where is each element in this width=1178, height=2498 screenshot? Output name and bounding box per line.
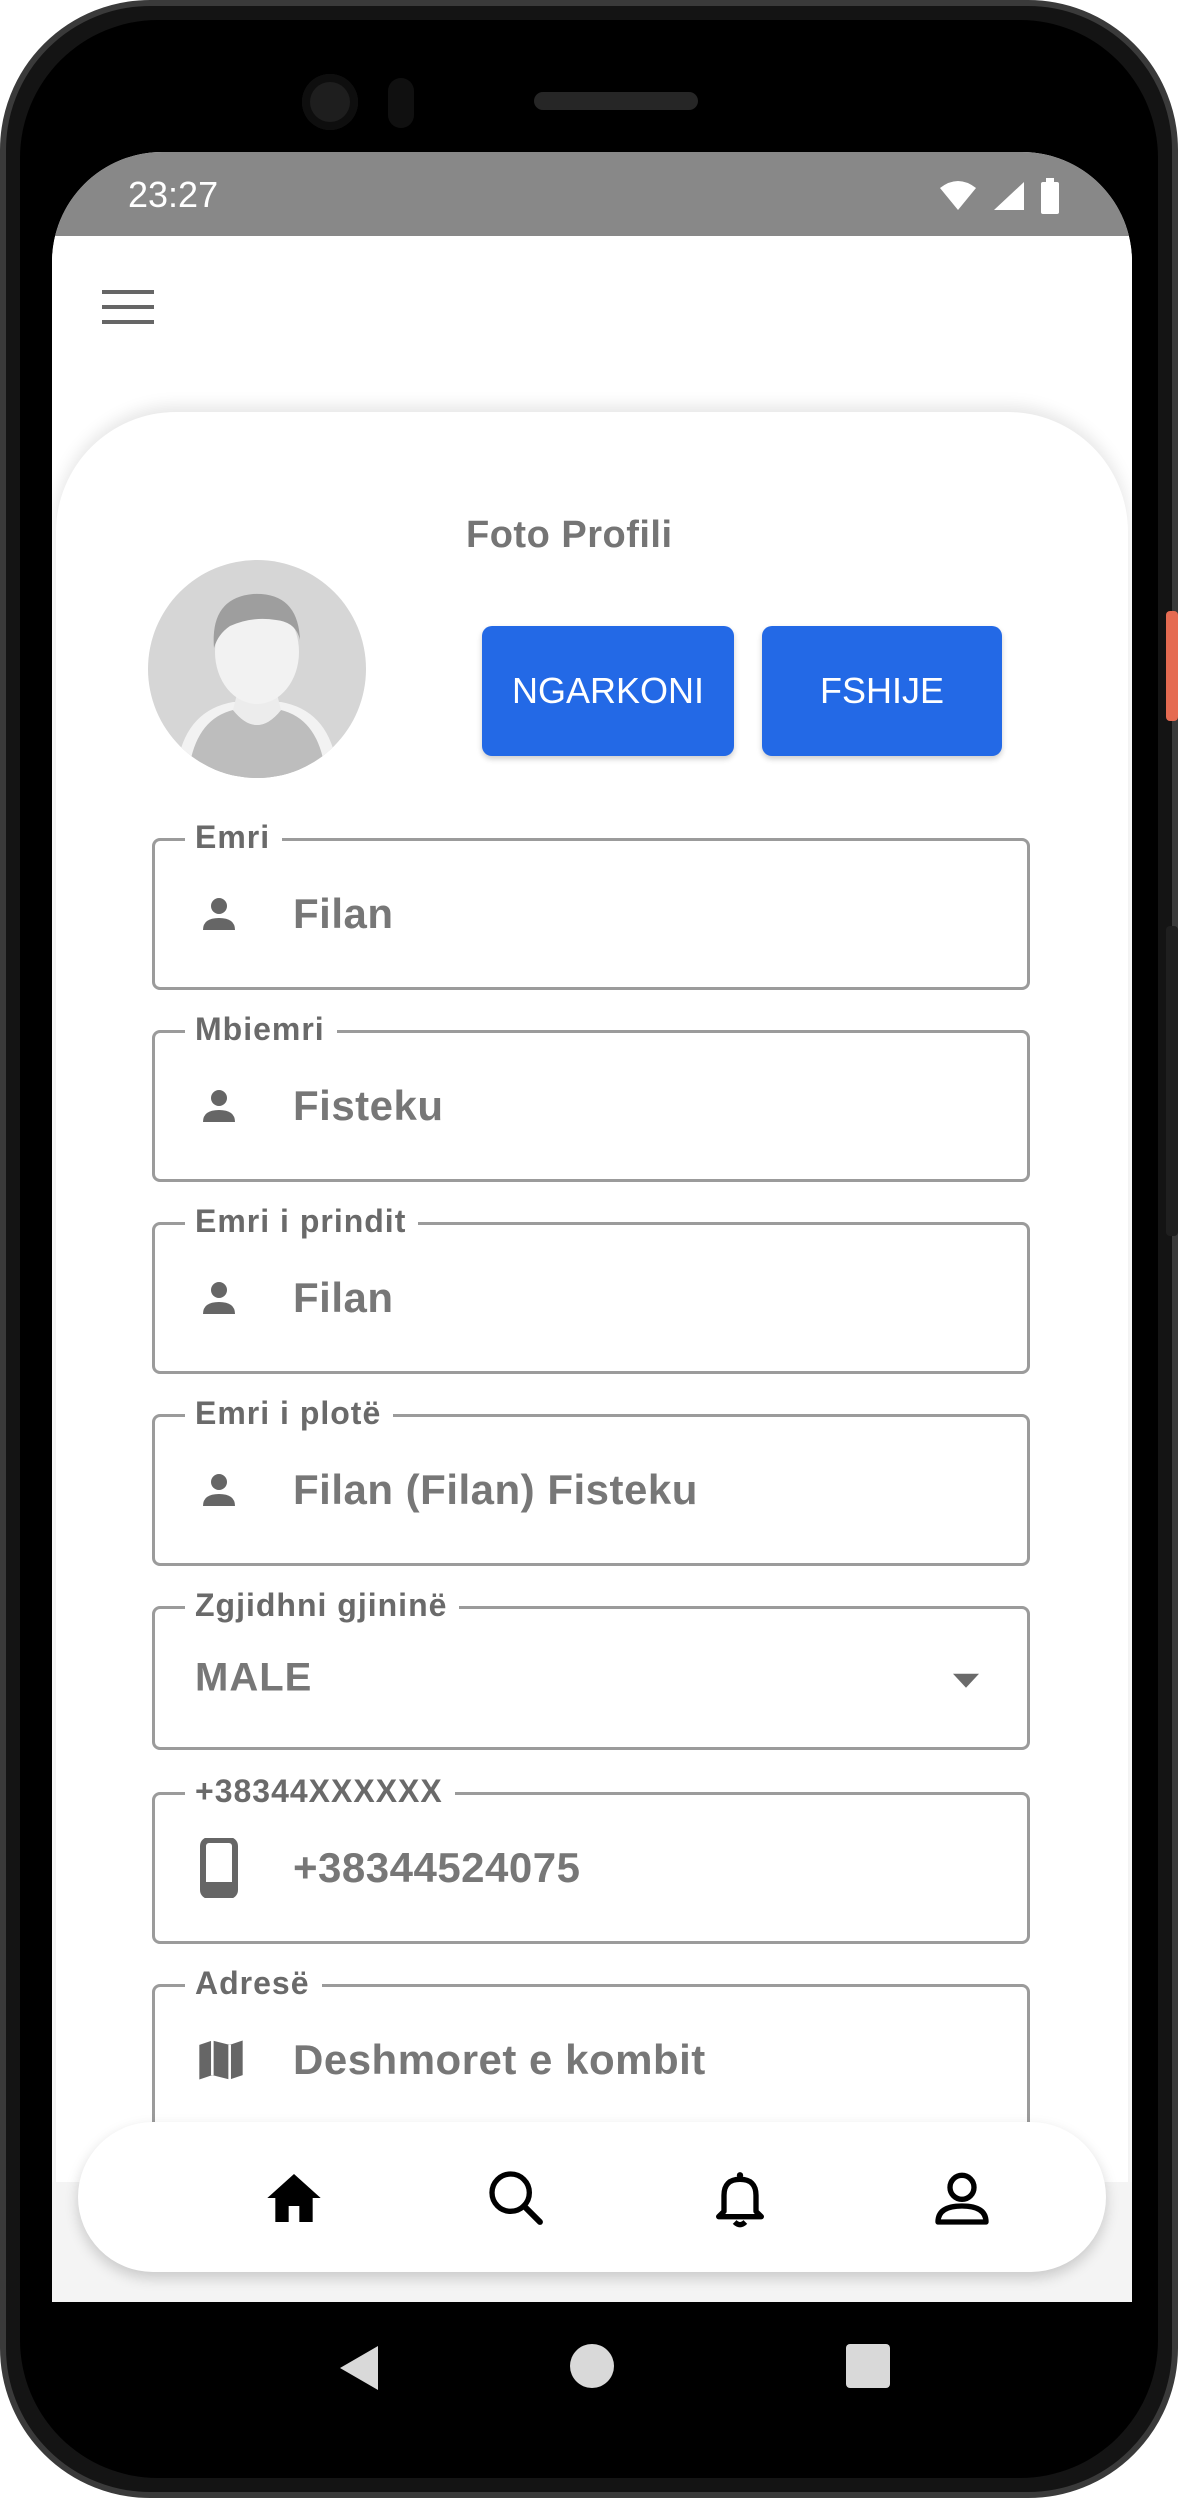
first-name-value: Filan (293, 890, 394, 937)
address-label: Adresë (185, 1965, 322, 2002)
system-navigation-bar (52, 2302, 1132, 2432)
phone-frame: 23:27 Foto Profili NGARKONI FSHIJE Emri … (0, 0, 1178, 2498)
recents-icon[interactable] (846, 2344, 890, 2388)
front-camera (302, 74, 358, 130)
phone-label: +38344XXXXXX (185, 1773, 455, 1810)
wifi-icon (940, 181, 976, 210)
full-name-field[interactable]: Emri i plotë Filan (Filan) Fisteku (152, 1395, 1030, 1566)
person-icon (203, 1474, 235, 1506)
person-icon (203, 1090, 235, 1122)
nav-profile[interactable] (930, 2166, 994, 2230)
back-icon[interactable] (338, 2346, 378, 2390)
signal-icon (994, 182, 1024, 210)
nav-notifications[interactable] (708, 2166, 772, 2230)
app-bar (52, 236, 1132, 396)
delete-photo-button[interactable]: FSHIJE (762, 626, 1002, 756)
parent-name-value: Filan (293, 1274, 394, 1321)
address-value: Deshmoret e kombit (293, 2036, 706, 2083)
last-name-field[interactable]: Mbiemri Fisteku (152, 1011, 1030, 1182)
person-icon (203, 898, 235, 930)
home-button-icon[interactable] (570, 2344, 614, 2388)
avatar (148, 560, 366, 778)
earpiece-speaker (534, 92, 698, 110)
status-time: 23:27 (128, 174, 219, 215)
user-icon (935, 2172, 989, 2225)
parent-name-field[interactable]: Emri i prindit Filan (152, 1203, 1030, 1374)
status-bar: 23:27 (52, 152, 1132, 236)
smartphone-icon (200, 1838, 238, 1898)
status-icons (938, 178, 1060, 214)
gender-label: Zgjidhni gjininë (185, 1587, 460, 1624)
full-name-label: Emri i plotë (185, 1395, 394, 1432)
search-icon (489, 2171, 543, 2225)
parent-name-label: Emri i prindit (185, 1203, 419, 1240)
caret-down-icon (953, 1673, 979, 1688)
avatar-placeholder-icon (178, 593, 336, 778)
first-name-label: Emri (185, 819, 283, 856)
power-button (1166, 611, 1178, 721)
phone-value: +38344524075 (293, 1844, 581, 1891)
phone-field[interactable]: +38344XXXXXX +38344524075 (152, 1773, 1030, 1944)
gender-select[interactable]: Zgjidhni gjininë MALE (152, 1587, 1030, 1750)
upload-photo-button[interactable]: NGARKONI (482, 626, 734, 756)
battery-icon (1041, 178, 1059, 214)
full-name-value: Filan (Filan) Fisteku (293, 1466, 698, 1513)
bottom-navigation (78, 2122, 1106, 2272)
map-icon (199, 2040, 243, 2080)
nav-search[interactable] (484, 2166, 548, 2230)
hamburger-menu-icon[interactable] (102, 290, 154, 330)
volume-button (1166, 926, 1178, 1236)
home-icon (267, 2174, 321, 2222)
first-name-field[interactable]: Emri Filan (152, 819, 1030, 990)
bell-icon (716, 2172, 764, 2228)
nav-home[interactable] (262, 2166, 326, 2230)
gender-value: MALE (195, 1655, 313, 1700)
last-name-label: Mbiemri (185, 1011, 337, 1048)
screen: 23:27 Foto Profili NGARKONI FSHIJE Emri … (52, 152, 1132, 2302)
person-icon (203, 1282, 235, 1314)
proximity-sensor (388, 78, 414, 128)
last-name-value: Fisteku (293, 1082, 444, 1129)
address-field[interactable]: Adresë Deshmoret e kombit (152, 1965, 1030, 2136)
photo-title: Foto Profili (466, 514, 673, 556)
